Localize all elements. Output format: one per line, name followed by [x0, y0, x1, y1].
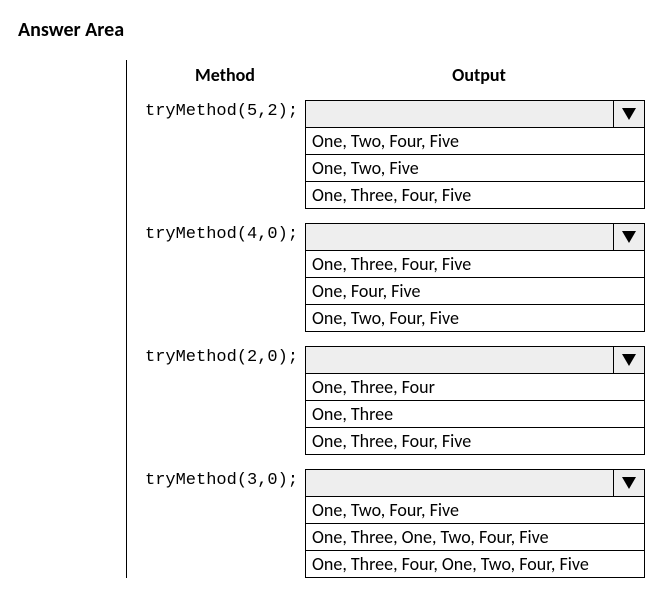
output-dropdown[interactable] [305, 100, 645, 128]
answer-row: tryMethod(3,0); One, Two, Four, Five One… [145, 469, 653, 578]
output-cell: One, Two, Four, Five One, Three, One, Tw… [305, 469, 653, 578]
chevron-down-icon[interactable] [614, 224, 644, 250]
dropdown-options: One, Three, Four, Five One, Four, Five O… [305, 251, 645, 332]
dropdown-selected-value [306, 347, 614, 373]
chevron-down-icon[interactable] [614, 101, 644, 127]
output-cell: One, Three, Four, Five One, Four, Five O… [305, 223, 653, 332]
dropdown-option[interactable]: One, Two, Four, Five [306, 305, 644, 331]
dropdown-option[interactable]: One, Three, Four, Five [306, 182, 644, 208]
dropdown-selected-value [306, 470, 614, 496]
output-cell: One, Three, Four One, Three One, Three, … [305, 346, 653, 455]
page-title: Answer Area [18, 18, 653, 42]
dropdown-option[interactable]: One, Three, Four, One, Two, Four, Five [306, 551, 644, 577]
dropdown-selected-value [306, 224, 614, 250]
dropdown-option[interactable]: One, Three, Four, Five [306, 428, 644, 454]
dropdown-options: One, Two, Four, Five One, Three, One, Tw… [305, 497, 645, 578]
chevron-down-icon[interactable] [614, 470, 644, 496]
header-output: Output [305, 64, 653, 86]
column-headers: Method Output [145, 64, 653, 86]
answer-row: tryMethod(4,0); One, Three, Four, Five O… [145, 223, 653, 332]
answer-row: tryMethod(2,0); One, Three, Four One, Th… [145, 346, 653, 455]
dropdown-selected-value [306, 101, 614, 127]
dropdown-option[interactable]: One, Three [306, 401, 644, 428]
output-dropdown[interactable] [305, 223, 645, 251]
dropdown-options: One, Two, Four, Five One, Two, Five One,… [305, 128, 645, 209]
dropdown-option[interactable]: One, Three, Four, Five [306, 251, 644, 278]
header-method: Method [145, 64, 305, 86]
method-call: tryMethod(3,0); [145, 469, 305, 578]
answer-row: tryMethod(5,2); One, Two, Four, Five One… [145, 100, 653, 209]
answer-area-content: Method Output tryMethod(5,2); One, Two, … [126, 60, 653, 578]
dropdown-option[interactable]: One, Four, Five [306, 278, 644, 305]
dropdown-option[interactable]: One, Three, Four [306, 374, 644, 401]
dropdown-option[interactable]: One, Two, Four, Five [306, 128, 644, 155]
output-cell: One, Two, Four, Five One, Two, Five One,… [305, 100, 653, 209]
dropdown-option[interactable]: One, Two, Four, Five [306, 497, 644, 524]
dropdown-options: One, Three, Four One, Three One, Three, … [305, 374, 645, 455]
chevron-down-icon[interactable] [614, 347, 644, 373]
method-call: tryMethod(2,0); [145, 346, 305, 455]
method-call: tryMethod(5,2); [145, 100, 305, 209]
output-dropdown[interactable] [305, 469, 645, 497]
dropdown-option[interactable]: One, Two, Five [306, 155, 644, 182]
method-call: tryMethod(4,0); [145, 223, 305, 332]
output-dropdown[interactable] [305, 346, 645, 374]
